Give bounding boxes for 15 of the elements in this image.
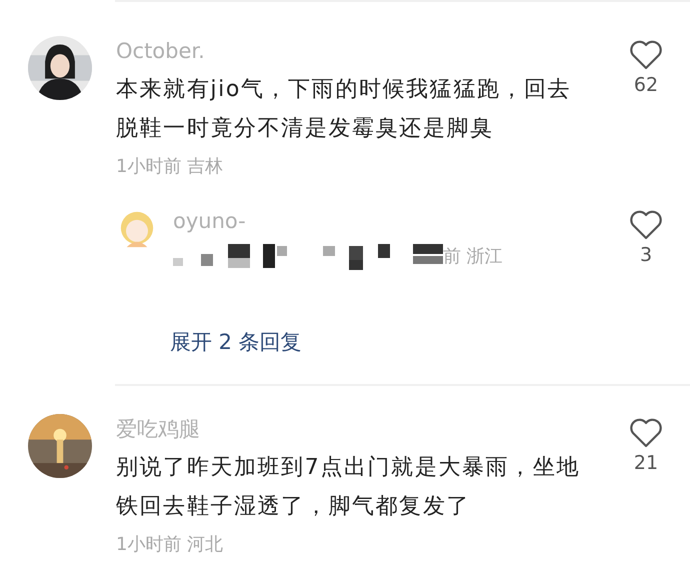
comment-text: 别说了昨天加班到7点出门就是大暴雨，坐地铁回去鞋子湿透了，脚气都复发了 — [116, 454, 581, 521]
expand-replies-link[interactable]: 展开 2 条回复 — [170, 328, 302, 356]
comment-meta: 前 浙江 — [443, 245, 503, 269]
comment-text: 本来就有jio气，下雨的时候我猛猛跑，回去脱鞋一时竟分不清是发霉臭还是脚臭 — [116, 76, 572, 143]
like-count: 21 — [634, 452, 658, 474]
username[interactable]: oyuno- — [173, 206, 602, 236]
heart-icon[interactable] — [629, 418, 663, 448]
username[interactable]: 爱吃鸡腿 — [116, 414, 602, 444]
like-count: 3 — [640, 244, 652, 266]
username[interactable]: October. — [116, 36, 602, 66]
heart-icon[interactable] — [629, 40, 663, 70]
comment-meta: 1小时前 吉林 — [116, 155, 224, 179]
comment-meta: 1小时前 河北 — [116, 533, 224, 557]
heart-icon[interactable] — [629, 210, 663, 240]
like-count: 62 — [634, 74, 658, 96]
